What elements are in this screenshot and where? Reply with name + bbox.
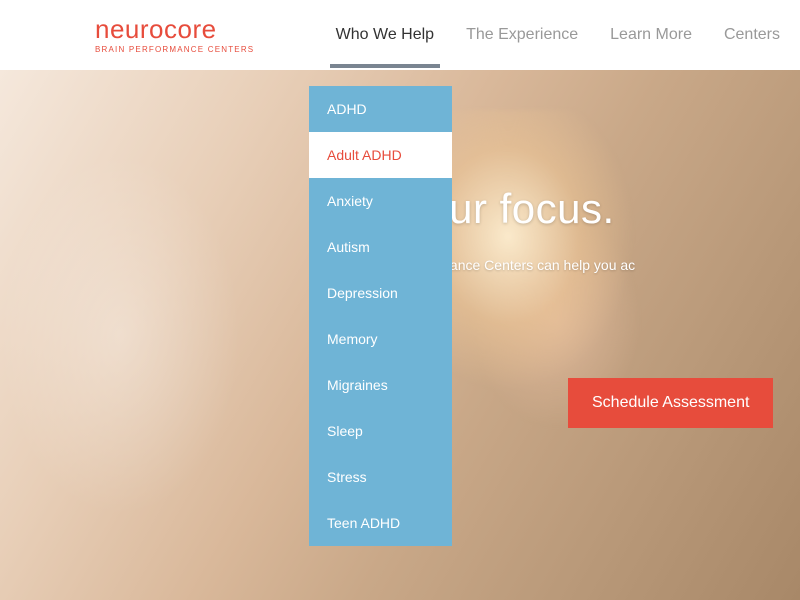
dropdown-item-memory[interactable]: Memory xyxy=(309,316,452,362)
logo-text: neurocore xyxy=(95,16,254,42)
dropdown-item-depression[interactable]: Depression xyxy=(309,270,452,316)
nav-item-learn-more[interactable]: Learn More xyxy=(610,2,692,68)
dropdown-item-migraines[interactable]: Migraines xyxy=(309,362,452,408)
dropdown-item-anxiety[interactable]: Anxiety xyxy=(309,178,452,224)
dropdown-item-autism[interactable]: Autism xyxy=(309,224,452,270)
nav-item-who-we-help[interactable]: Who We Help xyxy=(336,2,434,68)
header: neurocore BRAIN PERFORMANCE CENTERS Who … xyxy=(0,0,800,70)
main-nav: Who We Help The Experience Learn More Ce… xyxy=(336,2,780,68)
dropdown-item-stress[interactable]: Stress xyxy=(309,454,452,500)
dropdown-item-sleep[interactable]: Sleep xyxy=(309,408,452,454)
who-we-help-dropdown: ADHD Adult ADHD Anxiety Autism Depressio… xyxy=(309,86,452,546)
dropdown-item-adult-adhd[interactable]: Adult ADHD xyxy=(309,132,452,178)
dropdown-item-adhd[interactable]: ADHD xyxy=(309,86,452,132)
schedule-assessment-button[interactable]: Schedule Assessment xyxy=(568,378,773,428)
logo[interactable]: neurocore BRAIN PERFORMANCE CENTERS xyxy=(95,16,254,54)
logo-tagline: BRAIN PERFORMANCE CENTERS xyxy=(95,45,254,54)
nav-item-experience[interactable]: The Experience xyxy=(466,2,578,68)
dropdown-item-teen-adhd[interactable]: Teen ADHD xyxy=(309,500,452,546)
nav-item-centers[interactable]: Centers xyxy=(724,2,780,68)
